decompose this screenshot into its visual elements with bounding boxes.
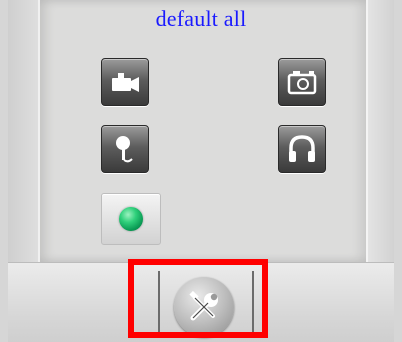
headphones-icon	[289, 135, 315, 162]
video-record-button[interactable]	[101, 58, 149, 106]
green-led-icon	[119, 207, 143, 231]
audio-listen-button[interactable]	[278, 125, 326, 173]
snapshot-button[interactable]	[278, 58, 326, 106]
microphone-icon	[116, 136, 133, 163]
microphone-button[interactable]	[101, 125, 149, 173]
status-indicator-button[interactable]	[101, 193, 161, 245]
settings-highlight-box	[128, 259, 268, 338]
photo-camera-icon	[287, 71, 317, 95]
video-camera-icon	[112, 73, 139, 92]
preset-title: default all	[155, 6, 247, 31]
